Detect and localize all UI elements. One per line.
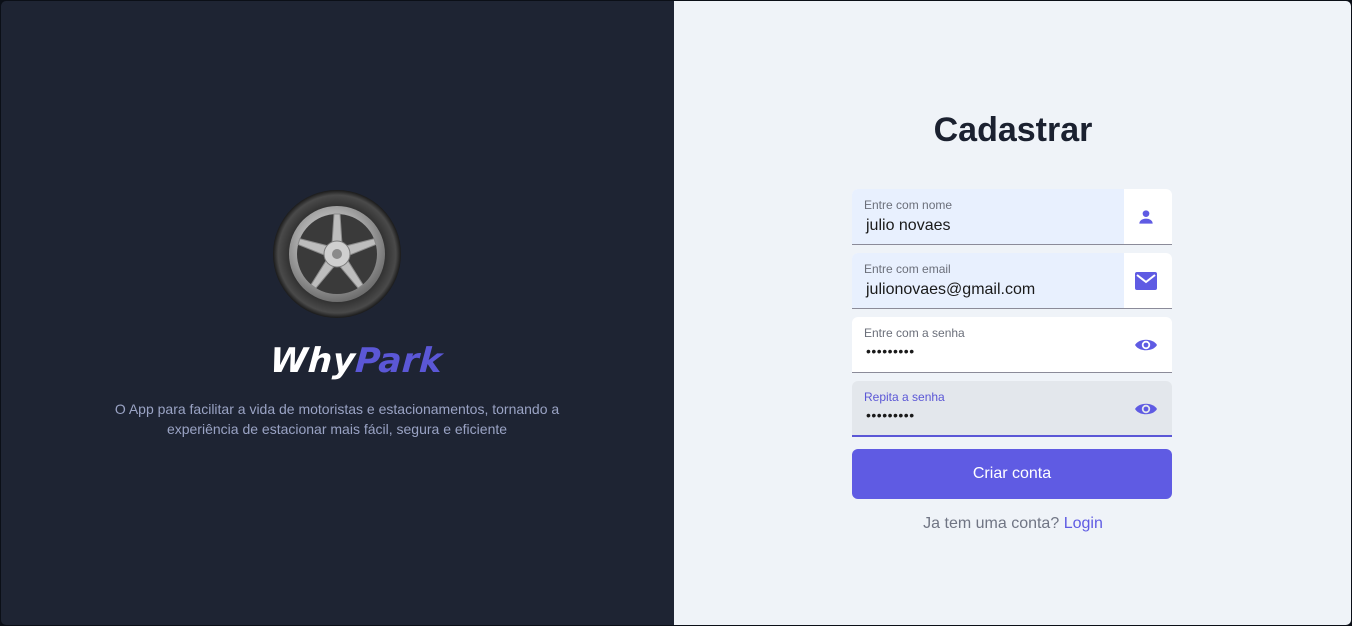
brand-name-part1: Why	[268, 341, 357, 381]
brand-panel: WhyPark O App para facilitar a vida de m…	[1, 1, 674, 625]
confirm-password-field[interactable]: Repita a senha •••••••••	[852, 381, 1172, 437]
login-link[interactable]: Login	[1064, 515, 1103, 532]
login-prompt: Ja tem uma conta? Login	[674, 515, 1351, 533]
confirm-password-field-value[interactable]: •••••••••	[866, 407, 915, 423]
signup-panel: Cadastrar Entre com nome julio novaes En…	[674, 1, 1351, 625]
email-field[interactable]: Entre com email julionovaes@gmail.com	[852, 253, 1172, 309]
eye-icon[interactable]	[1134, 333, 1158, 357]
password-field[interactable]: Entre com a senha •••••••••	[852, 317, 1172, 373]
create-account-button[interactable]: Criar conta	[852, 449, 1172, 499]
email-field-label: Entre com email	[864, 262, 951, 276]
name-field[interactable]: Entre com nome julio novaes	[852, 189, 1172, 245]
brand-logo: WhyPark	[268, 339, 444, 383]
email-field-value[interactable]: julionovaes@gmail.com	[866, 281, 1035, 299]
password-field-value[interactable]: •••••••••	[866, 343, 915, 359]
app-window: WhyPark O App para facilitar a vida de m…	[0, 0, 1352, 626]
name-field-label: Entre com nome	[864, 198, 953, 212]
login-prompt-text: Ja tem uma conta?	[923, 515, 1060, 532]
name-field-value[interactable]: julio novaes	[866, 217, 951, 235]
confirm-password-field-label: Repita a senha	[864, 390, 945, 404]
eye-icon[interactable]	[1134, 397, 1158, 421]
password-field-label: Entre com a senha	[864, 326, 965, 340]
person-icon	[1134, 205, 1158, 229]
page-title: Cadastrar	[933, 111, 1093, 149]
brand-name-part2: Park	[353, 341, 444, 381]
mail-icon	[1134, 269, 1158, 293]
wheel-logo-icon	[273, 190, 401, 318]
brand-tagline: O App para facilitar a vida de motorista…	[114, 401, 560, 437]
